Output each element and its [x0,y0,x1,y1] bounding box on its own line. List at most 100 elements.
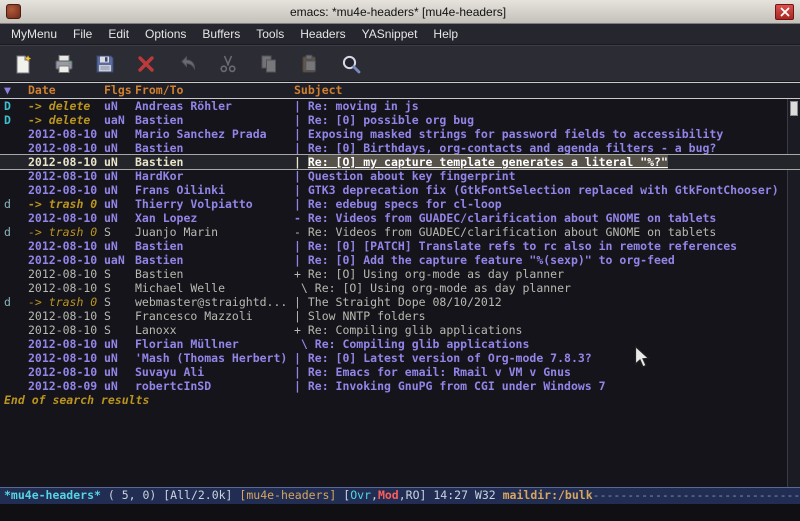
message-subject: - Re: Videos from GUADEC/clarification a… [294,225,716,239]
message-from: Mario Sanchez Prada [135,127,294,141]
menu-options[interactable]: Options [137,25,194,43]
message-row[interactable]: d-> trash 0Swebmaster@straightd...| The … [0,295,800,309]
message-row[interactable]: 2012-08-10uNHardKor| Question about key … [0,169,800,183]
message-subject: | GTK3 deprecation fix (GtkFontSelection… [294,183,779,197]
tool-bar [0,45,800,82]
menu-buffers[interactable]: Buffers [194,25,248,43]
column-header-flags[interactable]: Flgs [104,83,135,98]
message-flags: S [104,267,135,281]
message-row[interactable]: 2012-08-10uNFlorian Müllner \ Re: Compil… [0,337,800,351]
modeline-segment: , [399,488,406,502]
message-row[interactable]: 2012-08-10SLanoxx+ Re: Compiling glib ap… [0,323,800,337]
date-or-mark: 2012-08-10 [28,323,104,337]
message-subject: + Re: [O] Using org-mode as day planner [294,267,564,281]
date-or-mark: 2012-08-10 [28,141,104,155]
menu-edit[interactable]: Edit [100,25,137,43]
message-row[interactable]: 2012-08-10uNBastien| Re: [0] [PATCH] Tra… [0,239,800,253]
close-icon[interactable] [133,51,159,77]
message-row[interactable]: 2012-08-10uNBastien| Re: [O] my capture … [0,155,800,169]
message-row[interactable]: 2012-08-10uaNBastien| Re: [0] Add the ca… [0,253,800,267]
title-bar[interactable]: emacs: *mu4e-headers* [mu4e-headers] [0,0,800,24]
date-or-mark: 2012-08-10 [28,309,104,323]
menu-yasnippet[interactable]: YASnippet [354,25,426,43]
column-header-date[interactable]: Date [28,83,104,98]
date-or-mark: 2012-08-09 [28,379,104,393]
date-or-mark: -> trash 0 [28,225,104,239]
menu-file[interactable]: File [65,25,100,43]
message-row[interactable]: 2012-08-10uNXan Lopez- Re: Videos from G… [0,211,800,225]
message-flags: uN [104,197,135,211]
message-from: Frans Oilinki [135,183,294,197]
thread-indicator: | [294,155,308,169]
column-header-from[interactable]: From/To [135,83,294,98]
mark-prefix [4,253,28,267]
print-icon[interactable] [51,51,77,77]
mark-prefix [4,379,28,393]
mark-prefix [4,281,28,295]
window-close-button[interactable] [775,4,794,20]
date-or-mark: 2012-08-10 [28,253,104,267]
copy-icon[interactable] [256,51,282,77]
end-of-results: End of search results [0,393,800,407]
window-title: emacs: *mu4e-headers* [mu4e-headers] [21,5,775,19]
modeline-segment: -------------------------------- [593,488,800,502]
save-icon[interactable] [92,51,118,77]
message-subject: | The Straight Dope 08/10/2012 [294,295,502,309]
message-flags: uN [104,141,135,155]
modeline-segment: ] [420,488,434,502]
mark-prefix [4,337,28,351]
mark-prefix [4,239,28,253]
message-row[interactable]: d-> trash 0SJuanjo Marin- Re: Videos fro… [0,225,800,239]
mark-prefix: d [4,225,28,239]
paste-icon[interactable] [297,51,323,77]
echo-area[interactable] [0,504,800,521]
message-flags: uN [104,99,135,113]
date-or-mark: -> delete [28,113,104,127]
date-or-mark: 2012-08-10 [28,267,104,281]
message-row[interactable]: 2012-08-10uN'Mash (Thomas Herbert)| Re: … [0,351,800,365]
message-subject: | Re: [0] Add the capture feature "%(sex… [294,253,675,267]
headers-buffer: D-> deleteuNAndreas Röhler| Re: moving i… [0,99,800,487]
column-header-subject[interactable]: Subject [294,83,342,98]
sort-arrow-icon[interactable]: ▼ [4,83,28,98]
undo-icon[interactable] [174,51,200,77]
message-row[interactable]: 2012-08-10SBastien+ Re: [O] Using org-mo… [0,267,800,281]
message-row[interactable]: 2012-08-10SMichael Welle \ Re: [O] Using… [0,281,800,295]
message-flags: uN [104,155,135,169]
message-row[interactable]: 2012-08-10uNFrans Oilinki| GTK3 deprecat… [0,183,800,197]
cut-icon[interactable] [215,51,241,77]
menu-mymenu[interactable]: MyMenu [3,25,65,43]
modeline-segment: [ [336,488,350,502]
message-row[interactable]: 2012-08-10SFrancesco Mazzoli| Slow NNTP … [0,309,800,323]
menu-help[interactable]: Help [425,25,466,43]
message-subject: \ Re: Compiling glib applications [294,337,529,351]
message-row[interactable]: D-> deleteuNAndreas Röhler| Re: moving i… [0,99,800,113]
message-flags: uN [104,183,135,197]
date-or-mark: 2012-08-10 [28,239,104,253]
message-row[interactable]: 2012-08-10uNSuvayu Ali| Re: Emacs for em… [0,365,800,379]
mark-prefix [4,127,28,141]
message-flags: uN [104,127,135,141]
menu-headers[interactable]: Headers [292,25,353,43]
message-subject: | Re: Emacs for email: Rmail v VM v Gnus [294,365,571,379]
search-icon[interactable] [338,51,364,77]
scrollbar-thumb[interactable] [790,101,798,116]
message-row[interactable]: 2012-08-09uNrobertcInSD| Re: Invoking Gn… [0,379,800,393]
date-or-mark: 2012-08-10 [28,183,104,197]
message-row[interactable]: 2012-08-10uNMario Sanchez Prada| Exposin… [0,127,800,141]
new-file-icon[interactable] [10,51,36,77]
date-or-mark: 2012-08-10 [28,337,104,351]
message-row[interactable]: D-> deleteuaNBastien| Re: [0] possible o… [0,113,800,127]
close-icon [780,7,790,17]
menu-tools[interactable]: Tools [248,25,292,43]
message-row[interactable]: 2012-08-10uNBastien| Re: [0] Birthdays, … [0,141,800,155]
message-flags: uN [104,379,135,393]
message-flags: uN [104,211,135,225]
mode-line: *mu4e-headers* ( 5, 0) [All/2.0k] [mu4e-… [0,487,800,504]
message-flags: uN [104,365,135,379]
mark-prefix [4,323,28,337]
message-from: Florian Müllner [135,337,294,351]
message-row[interactable]: d-> trash 0uNThierry Volpiatto| Re: edeb… [0,197,800,211]
message-from: Bastien [135,239,294,253]
message-from: Bastien [135,141,294,155]
